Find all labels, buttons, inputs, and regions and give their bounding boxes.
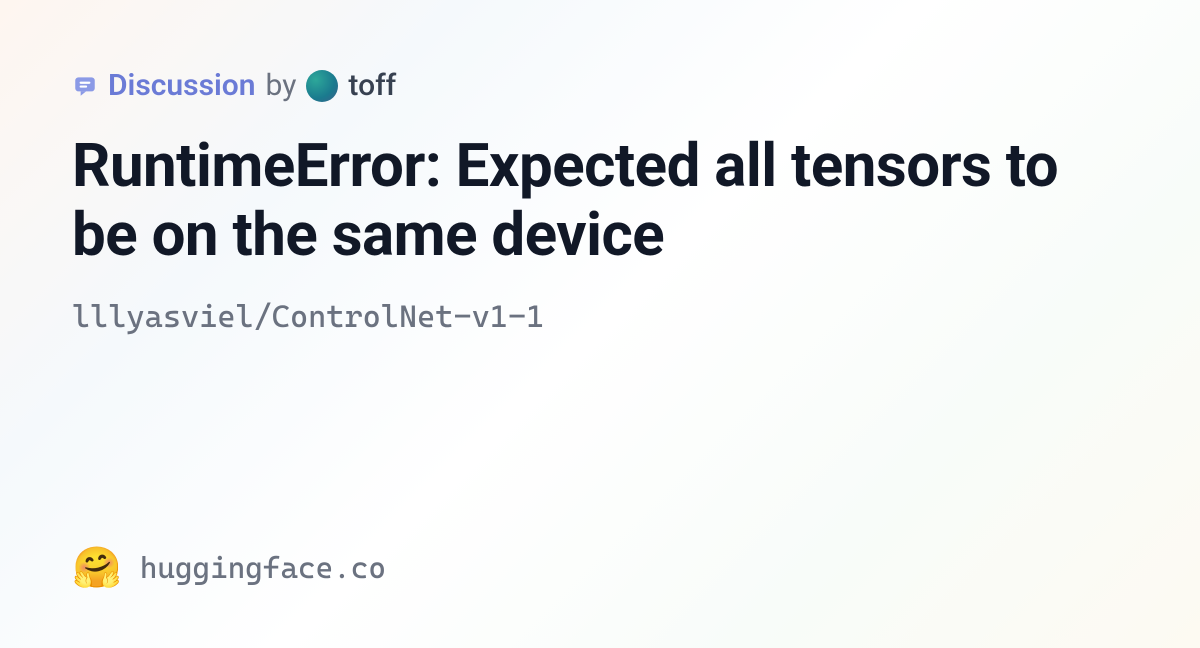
header-row: Discussion by toff [72, 68, 1128, 103]
by-text: by [266, 68, 297, 103]
huggingface-icon: 🤗 [72, 548, 122, 588]
discussion-label: Discussion [108, 68, 256, 103]
site-label: huggingface.co [140, 551, 386, 586]
repo-path: lllyasviel/ControlNet-v1-1 [72, 299, 1128, 335]
card-container: Discussion by toff RuntimeError: Expecte… [0, 0, 1200, 648]
avatar [306, 70, 338, 102]
discussion-icon [72, 73, 98, 99]
page-title: RuntimeError: Expected all tensors to be… [72, 131, 1128, 269]
username: toff [348, 68, 396, 103]
footer: 🤗 huggingface.co [72, 548, 386, 588]
